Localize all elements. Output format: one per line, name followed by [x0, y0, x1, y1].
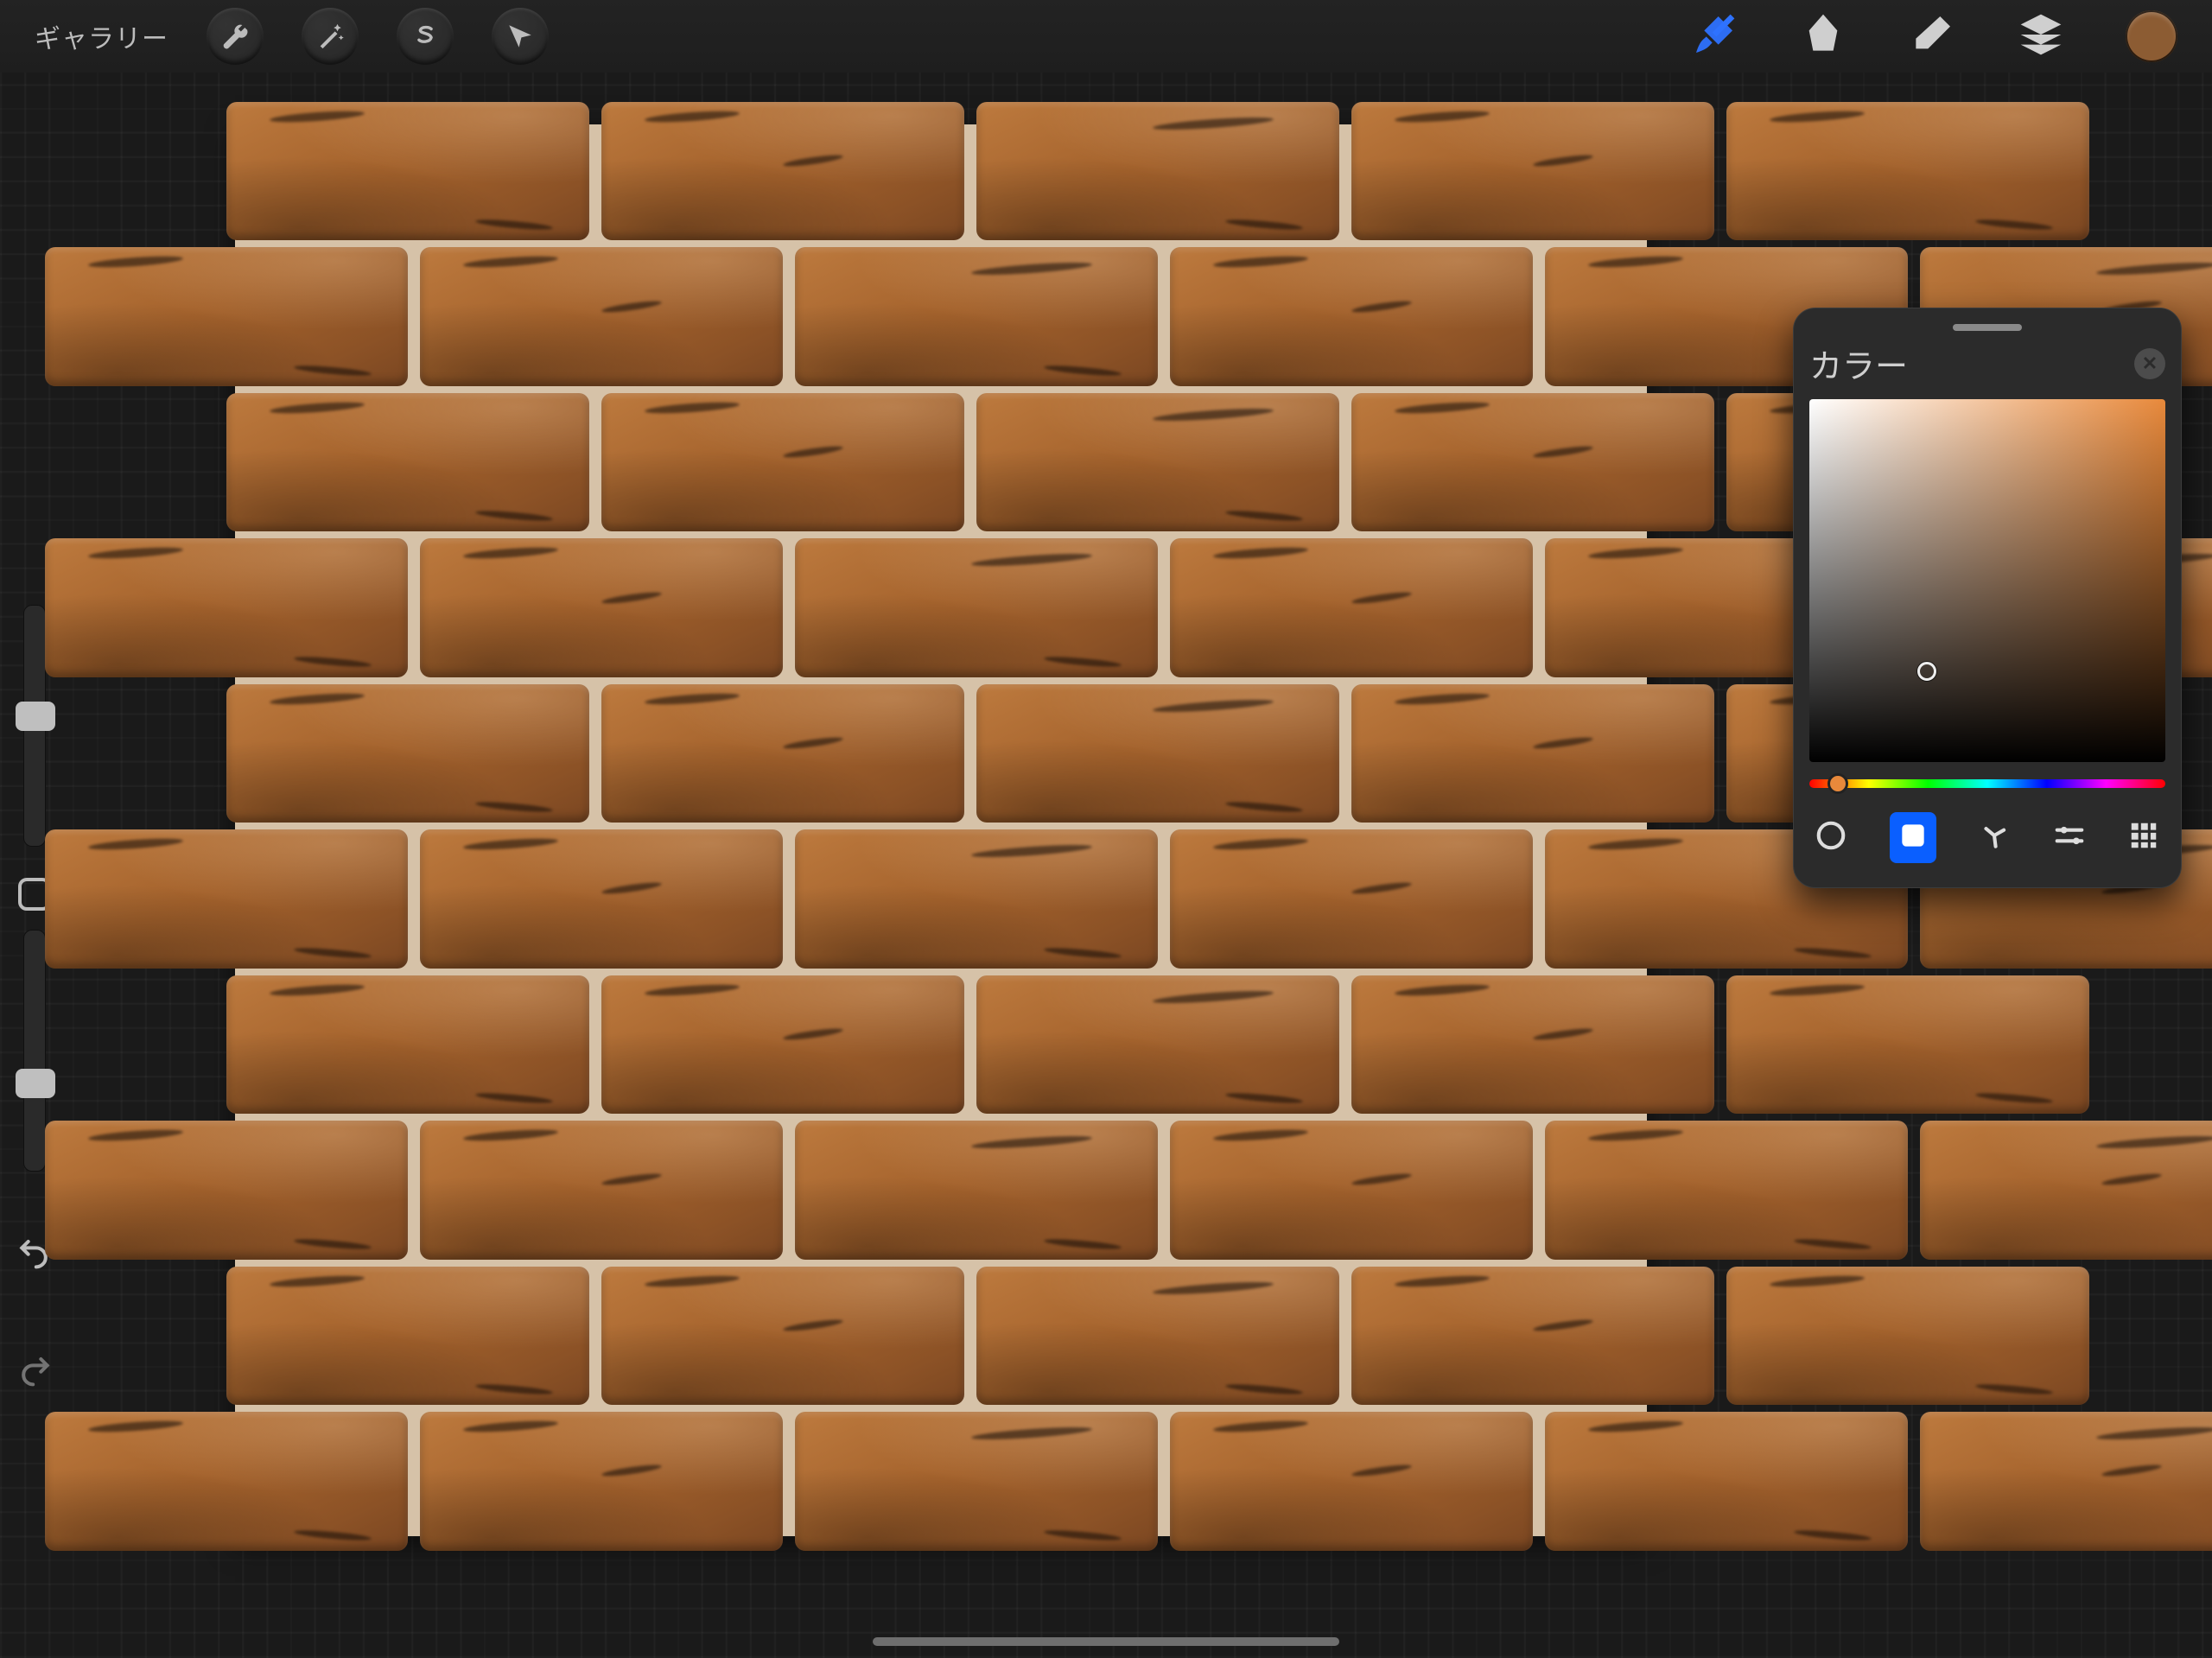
close-icon: ✕ — [2142, 353, 2158, 375]
home-indicator — [873, 1637, 1339, 1646]
mode-harmony-button[interactable] — [1978, 819, 2011, 856]
wrench-icon — [220, 22, 250, 51]
mode-disc-button[interactable] — [1815, 819, 1847, 856]
cursor-icon — [505, 22, 535, 51]
square-icon — [1897, 819, 1929, 852]
color-panel-title: カラー — [1809, 340, 1908, 387]
actions-wrench-button[interactable] — [207, 8, 264, 65]
color-cursor[interactable] — [1917, 662, 1936, 681]
hue-slider[interactable] — [1809, 779, 2165, 788]
redo-icon — [16, 1350, 54, 1388]
left-sliders — [0, 605, 69, 1427]
mode-classic-button[interactable] — [1890, 812, 1936, 863]
hue-slider-handle[interactable] — [1827, 773, 1848, 794]
wand-icon — [315, 22, 345, 51]
current-color-swatch[interactable] — [2126, 10, 2177, 62]
top-right-tools — [1690, 10, 2177, 63]
transform-arrow-button[interactable] — [492, 8, 549, 65]
sliders-icon — [2053, 819, 2086, 852]
eraser-tool-button[interactable] — [1908, 10, 1956, 63]
layers-button[interactable] — [2017, 10, 2065, 63]
paint-brush-icon — [1690, 10, 1738, 59]
brush-opacity-slider[interactable] — [23, 930, 46, 1172]
canvas[interactable] — [235, 124, 1647, 1536]
eraser-icon — [1908, 10, 1956, 59]
color-panel[interactable]: カラー ✕ — [1793, 308, 2182, 888]
layers-icon — [2017, 10, 2065, 59]
selection-icon — [410, 22, 440, 51]
color-saturation-value-box[interactable] — [1809, 399, 2165, 762]
top-left-tools: ギャラリー — [35, 8, 549, 65]
paint-brush-button[interactable] — [1690, 10, 1738, 63]
mode-palettes-button[interactable] — [2127, 819, 2160, 856]
brush-size-slider[interactable] — [23, 605, 46, 847]
smudge-icon — [1799, 10, 1847, 59]
gallery-button[interactable]: ギャラリー — [35, 17, 168, 55]
selection-s-button[interactable] — [397, 8, 454, 65]
top-toolbar: ギャラリー — [0, 0, 2212, 73]
redo-button[interactable] — [16, 1350, 54, 1388]
adjustments-wand-button[interactable] — [302, 8, 359, 65]
brush-opacity-handle[interactable] — [16, 1069, 55, 1098]
mode-values-button[interactable] — [2053, 819, 2086, 856]
brush-size-handle[interactable] — [16, 702, 55, 731]
panel-drag-handle[interactable] — [1953, 324, 2022, 331]
brick-texture — [235, 124, 1647, 1536]
color-mode-tabs — [1809, 812, 2165, 863]
color-panel-header: カラー ✕ — [1809, 340, 2165, 387]
grid-icon — [2127, 819, 2160, 852]
harmony-icon — [1978, 819, 2011, 852]
smudge-tool-button[interactable] — [1799, 10, 1847, 63]
circle-icon — [1815, 819, 1847, 852]
close-panel-button[interactable]: ✕ — [2134, 348, 2165, 379]
